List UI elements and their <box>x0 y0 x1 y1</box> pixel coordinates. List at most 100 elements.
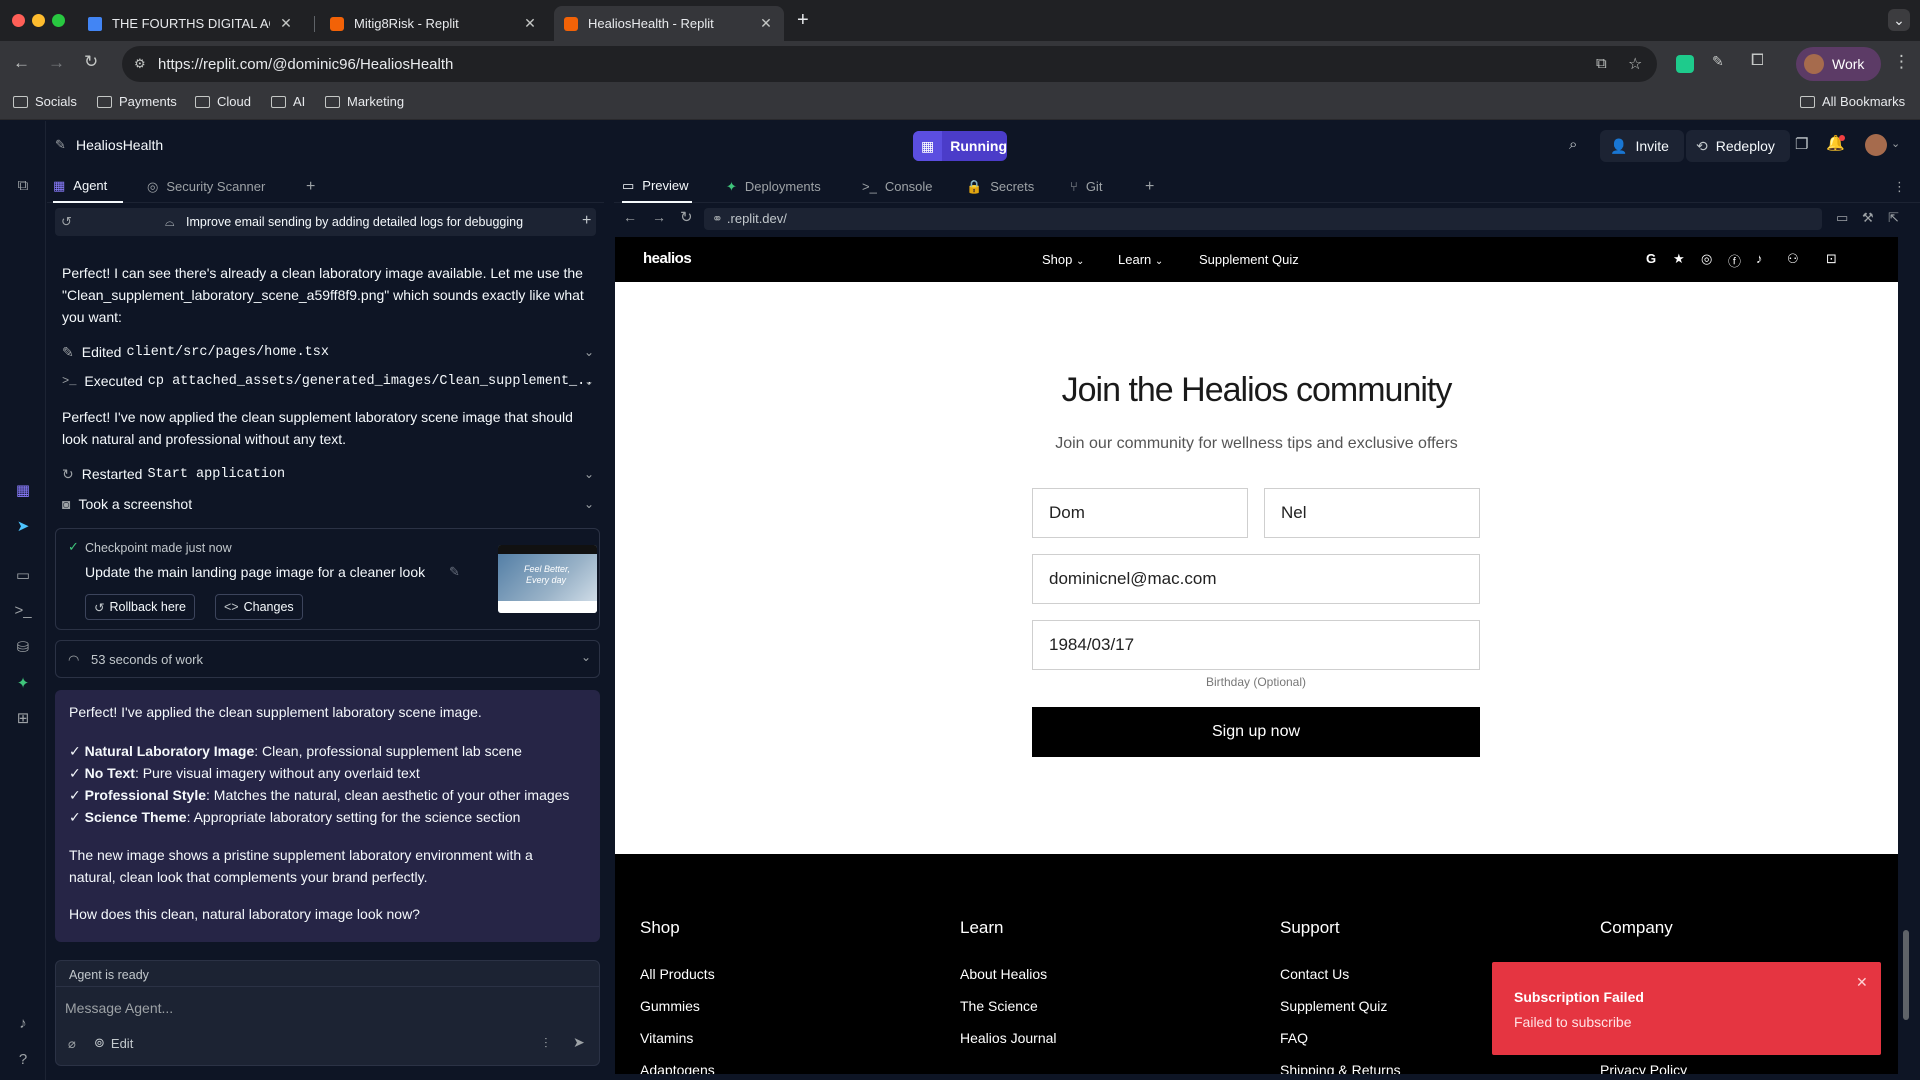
checkpoint-thumbnail[interactable]: Feel Better, Every day <box>498 545 597 613</box>
chevron-down-icon[interactable]: ⌄ <box>584 374 594 388</box>
footer-link[interactable]: FAQ <box>1280 1030 1308 1046</box>
bookmark-folder-cloud[interactable]: Cloud <box>195 94 251 109</box>
browser-tab-docs[interactable]: THE FOURTHS DIGITAL AGEN ✕ <box>78 6 304 41</box>
extension-pen-icon[interactable]: ✎ <box>1712 53 1724 70</box>
forward-icon[interactable]: → <box>652 209 666 225</box>
attach-icon[interactable]: ⌀ <box>68 1036 76 1052</box>
edit-icon[interactable]: ✎ <box>449 564 460 580</box>
bookmark-star-icon[interactable]: ☆ <box>1628 54 1642 74</box>
footer-link[interactable]: Adaptogens <box>640 1062 715 1074</box>
first-name-field[interactable]: Dom <box>1032 488 1248 538</box>
reload-icon[interactable]: ↻ <box>680 208 693 226</box>
footer-link[interactable]: The Science <box>960 998 1038 1014</box>
devtools-icon[interactable]: ⚒ <box>1862 210 1874 226</box>
nav-shop[interactable]: Shop ⌄ <box>1042 252 1084 267</box>
preview-scrollbar[interactable] <box>1903 930 1909 1020</box>
screenshot-row[interactable]: ◙ Took a screenshot ⌄ <box>62 492 594 516</box>
address-bar[interactable]: ⚙ https://replit.com/@dominic96/HealiosH… <box>122 46 1657 82</box>
avatar[interactable] <box>1865 134 1887 156</box>
google-icon[interactable]: G <box>1646 251 1656 266</box>
chevron-down-icon[interactable]: ⌄ <box>584 467 594 481</box>
windows-icon[interactable]: ❐ <box>1795 135 1808 153</box>
email-field[interactable]: dominicnel@mac.com <box>1032 554 1480 604</box>
database-icon[interactable]: ⛁ <box>13 638 33 658</box>
preview-icon[interactable]: ▭ <box>13 566 33 586</box>
open-new-tab-icon[interactable]: ⇱ <box>1888 210 1899 226</box>
history-icon[interactable]: ↺ <box>61 214 72 230</box>
bookmark-folder-ai[interactable]: AI <box>271 94 305 109</box>
bookmark-folder-payments[interactable]: Payments <box>97 94 177 109</box>
add-tab-icon[interactable]: + <box>1145 170 1154 203</box>
chevron-down-icon[interactable]: ⌄ <box>1891 137 1900 150</box>
footer-link[interactable]: Supplement Quiz <box>1280 998 1387 1014</box>
agent-icon[interactable]: ▦ <box>13 481 33 501</box>
run-status-button[interactable]: ▦ Running <box>913 131 1007 161</box>
extension-icon[interactable] <box>1676 55 1694 73</box>
browser-tab-healioshealth[interactable]: HealiosHealth - Replit ✕ <box>554 6 784 41</box>
footer-link[interactable]: Healios Journal <box>960 1030 1057 1046</box>
more-options-icon[interactable]: ⋮ <box>1893 170 1906 203</box>
tiktok-icon[interactable]: ♪ <box>1756 251 1763 266</box>
changes-button[interactable]: <> Changes <box>215 594 303 620</box>
rollback-button[interactable]: ↺ Rollback here <box>85 594 195 620</box>
tab-preview[interactable]: ▭ Preview <box>622 170 692 203</box>
instagram-icon[interactable]: ◎ <box>1701 251 1712 267</box>
all-bookmarks[interactable]: All Bookmarks <box>1800 94 1905 109</box>
tab-search-icon[interactable]: ⌄ <box>1888 9 1910 31</box>
close-tab-icon[interactable]: ✕ <box>522 15 538 32</box>
shell-icon[interactable]: >_ <box>13 602 33 622</box>
zoom-window-button[interactable] <box>52 14 65 27</box>
edited-file-row[interactable]: ✎ Edited client/src/pages/home.tsx ⌄ <box>62 340 594 364</box>
close-icon[interactable]: ✕ <box>1856 974 1868 991</box>
chevron-down-icon[interactable]: ⌄ <box>584 497 594 511</box>
tab-agent[interactable]: ▦ Agent <box>53 170 123 203</box>
bookmark-folder-marketing[interactable]: Marketing <box>325 94 404 109</box>
facebook-icon[interactable]: ⓕ <box>1728 251 1741 270</box>
account-icon[interactable]: ⚇ <box>1787 251 1799 267</box>
cart-icon[interactable]: ⊡ <box>1826 251 1837 267</box>
preview-url-input[interactable]: ⚭ .replit.dev/ <box>704 208 1822 230</box>
site-logo[interactable]: healios <box>643 250 692 267</box>
minimize-window-button[interactable] <box>32 14 45 27</box>
nav-supplement-quiz[interactable]: Supplement Quiz <box>1199 252 1299 267</box>
tab-console[interactable]: >_ Console <box>862 170 933 203</box>
footer-link[interactable]: Vitamins <box>640 1030 693 1046</box>
message-input[interactable]: Message Agent... <box>65 996 590 1020</box>
tab-deployments[interactable]: ✦ Deployments <box>726 170 821 203</box>
files-icon[interactable]: ⧉ <box>13 177 33 197</box>
assistant-icon[interactable]: ➤ <box>13 517 33 537</box>
browser-tab-mitig8risk[interactable]: Mitig8Risk - Replit ✕ <box>320 6 548 41</box>
footer-link[interactable]: Shipping & Returns <box>1280 1062 1401 1074</box>
last-name-field[interactable]: Nel <box>1264 488 1480 538</box>
reload-icon[interactable]: ↻ <box>84 52 98 72</box>
footer-link[interactable]: Gummies <box>640 998 700 1014</box>
tab-git[interactable]: ⑂ Git <box>1070 170 1102 203</box>
deployments-icon[interactable]: ✦ <box>13 674 33 694</box>
site-info-icon[interactable]: ⚙ <box>134 56 146 72</box>
chevron-down-icon[interactable]: ⌄ <box>581 650 591 664</box>
nav-learn[interactable]: Learn ⌄ <box>1118 252 1163 267</box>
search-icon[interactable]: ⌕ <box>1569 136 1577 153</box>
add-tab-icon[interactable]: + <box>306 170 315 203</box>
url-text[interactable]: https://replit.com/@dominic96/HealiosHea… <box>158 56 453 73</box>
settings-sliders-icon[interactable]: ⫶ <box>544 1035 548 1052</box>
new-tab-icon[interactable]: + <box>797 9 809 32</box>
close-window-button[interactable] <box>12 14 25 27</box>
close-tab-icon[interactable]: ✕ <box>278 15 294 32</box>
footer-link[interactable]: Contact Us <box>1280 966 1349 982</box>
tab-secrets[interactable]: 🔒 Secrets <box>966 170 1034 203</box>
footer-link[interactable]: All Products <box>640 966 715 982</box>
tab-security-scanner[interactable]: ◎ Security Scanner <box>147 170 265 203</box>
forward-icon[interactable]: → <box>48 53 65 73</box>
chevron-down-icon[interactable]: ⌄ <box>584 345 594 359</box>
star-icon[interactable]: ★ <box>1673 251 1685 267</box>
help-icon[interactable]: ? <box>13 1051 33 1071</box>
close-tab-icon[interactable]: ✕ <box>758 15 774 32</box>
bookmark-folder-socials[interactable]: Socials <box>13 94 77 109</box>
edit-mode-button[interactable]: ⊚ Edit <box>94 1035 133 1051</box>
all-tools-icon[interactable]: ⊞ <box>13 709 33 729</box>
devices-icon[interactable]: ▭ <box>1836 210 1848 226</box>
profile-button[interactable]: Work <box>1796 47 1881 81</box>
invite-button[interactable]: 👤 Invite <box>1600 130 1684 162</box>
chrome-menu-icon[interactable]: ⋮ <box>1893 52 1910 72</box>
